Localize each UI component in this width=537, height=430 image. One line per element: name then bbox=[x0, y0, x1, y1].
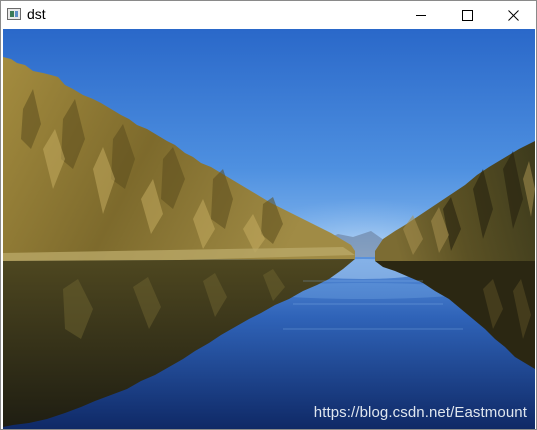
title-bar[interactable]: dst bbox=[1, 1, 536, 29]
close-button[interactable] bbox=[490, 1, 536, 29]
image-canvas: https://blog.csdn.net/Eastmount bbox=[3, 29, 535, 429]
minimize-button[interactable] bbox=[398, 1, 444, 29]
maximize-button[interactable] bbox=[444, 1, 490, 29]
image-window: dst https://blog.csdn.net/Eastmount bbox=[0, 0, 537, 430]
app-icon bbox=[7, 8, 21, 20]
close-icon bbox=[508, 10, 519, 21]
landscape-image bbox=[3, 29, 535, 429]
window-title: dst bbox=[27, 6, 46, 22]
maximize-icon bbox=[462, 10, 473, 21]
watermark-text: https://blog.csdn.net/Eastmount bbox=[313, 404, 527, 421]
minimize-icon bbox=[416, 15, 426, 16]
